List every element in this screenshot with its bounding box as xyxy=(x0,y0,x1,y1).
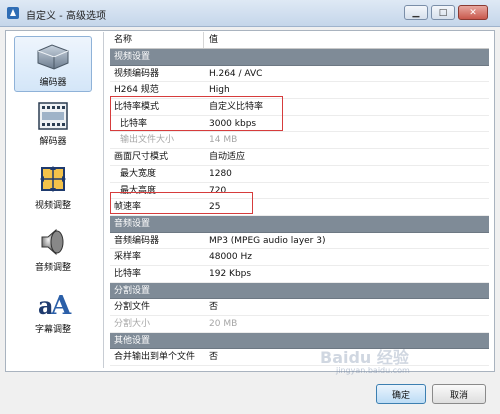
grid-group-header[interactable]: 其他设置 xyxy=(110,332,489,350)
subtitle-adjust-icon: a A xyxy=(38,291,72,320)
minimize-icon: ▁ xyxy=(412,7,420,18)
grid-row[interactable]: 音频编码器 MP3 (MPEG audio layer 3) xyxy=(110,233,489,250)
close-button[interactable]: ✕ xyxy=(458,5,488,20)
column-header-name[interactable]: 名称 xyxy=(110,32,204,48)
property-name: 输出文件大小 xyxy=(120,135,175,146)
sidebar-label-audio-adjust: 音频调整 xyxy=(34,263,71,273)
property-name: 视频编码器 xyxy=(114,68,160,79)
property-name: 音频编码器 xyxy=(114,235,160,246)
maximize-icon: □ xyxy=(438,7,448,18)
minimize-button[interactable]: ▁ xyxy=(404,5,428,20)
column-header-value[interactable]: 值 xyxy=(204,32,489,48)
property-name: 画面尺寸模式 xyxy=(114,152,169,163)
sidebar-label-decoder: 解码器 xyxy=(39,137,67,147)
grid-row[interactable]: 最大宽度 1280 xyxy=(110,166,489,183)
group-label: 分割设置 xyxy=(114,285,151,296)
property-value[interactable]: 48000 Hz xyxy=(204,249,489,265)
grid-row[interactable]: 输出文件大小 14 MB xyxy=(110,132,489,150)
property-name: 分割大小 xyxy=(114,319,151,329)
property-name: 比特率 xyxy=(114,268,142,279)
sidebar-item-encoder[interactable]: 编码器 xyxy=(14,36,92,92)
decoder-icon xyxy=(38,102,68,130)
ok-button[interactable]: 确定 xyxy=(376,384,426,404)
property-value[interactable]: 否 xyxy=(204,299,489,315)
sidebar-divider xyxy=(103,32,104,368)
close-icon: ✕ xyxy=(469,7,477,18)
property-name: 分割文件 xyxy=(114,302,151,313)
grid-group-header[interactable]: 音频设置 xyxy=(110,215,489,233)
property-value[interactable]: 192 Kbps xyxy=(204,266,489,282)
grid-row[interactable]: 合并输出到单个文件否 xyxy=(110,349,489,367)
app-icon xyxy=(7,7,19,19)
sidebar-label-subtitle-adjust: 字幕调整 xyxy=(34,325,71,335)
video-adjust-icon xyxy=(40,166,66,192)
window-title: 自定义 - 高级选项 xyxy=(26,11,106,22)
highlight-framerate-box xyxy=(110,192,253,214)
grid-row[interactable]: 采样率 48000 Hz xyxy=(110,249,489,266)
grid-group-header[interactable]: 分割设置 xyxy=(110,282,489,300)
property-name: 最大宽度 xyxy=(120,168,157,179)
property-value[interactable]: H.264 / AVC xyxy=(204,66,489,82)
group-label: 音频设置 xyxy=(114,218,151,229)
svg-text:A: A xyxy=(50,291,72,320)
property-value: 20 MB xyxy=(209,319,238,329)
group-label: 视频设置 xyxy=(114,52,151,62)
grid-row[interactable]: 画面尺寸模式 自动适应 xyxy=(110,149,489,166)
sidebar-item-video-adjust[interactable]: 视频调整 xyxy=(14,160,92,216)
group-label: 其他设置 xyxy=(114,335,151,346)
highlight-bitrate-box xyxy=(110,96,283,131)
watermark-logo: Baidu 经验 xyxy=(320,348,409,367)
sidebar-label-video-adjust: 视频调整 xyxy=(34,201,71,211)
grid-group-header[interactable]: 视频设置 xyxy=(110,49,489,66)
property-value[interactable]: MP3 (MPEG audio layer 3) xyxy=(204,233,489,249)
sidebar-item-subtitle-adjust[interactable]: a A 字幕调整 xyxy=(14,284,92,340)
property-value: 14 MB xyxy=(209,135,238,146)
grid-row[interactable]: 视频编码器 H.264 / AVC xyxy=(110,66,489,83)
category-sidebar: 编码器 解码器 视频调整 音频调整 a A 字幕调整 xyxy=(10,32,96,368)
property-name: 合并输出到单个文件 xyxy=(114,352,196,363)
grid-row[interactable]: 分割大小 20 MB xyxy=(110,316,489,333)
grid-row[interactable]: 比特率 192 Kbps xyxy=(110,266,489,283)
property-value[interactable]: 1280 xyxy=(204,166,489,182)
cancel-button[interactable]: 取消 xyxy=(432,384,486,404)
title-bar: 自定义 - 高级选项 ▁ □ ✕ xyxy=(0,0,500,27)
sidebar-item-decoder[interactable]: 解码器 xyxy=(14,96,92,152)
grid-row[interactable]: 分割文件 否 xyxy=(110,299,489,316)
grid-header: 名称 值 xyxy=(110,32,489,49)
encoder-icon xyxy=(37,44,69,70)
property-name: 采样率 xyxy=(114,252,142,263)
audio-adjust-icon xyxy=(41,228,64,256)
sidebar-label-encoder: 编码器 xyxy=(39,78,67,88)
sidebar-item-audio-adjust[interactable]: 音频调整 xyxy=(14,222,92,278)
watermark-url: jingyan.baidu.com xyxy=(336,366,410,375)
maximize-button[interactable]: □ xyxy=(431,5,455,20)
property-value[interactable]: 自动适应 xyxy=(204,149,489,165)
